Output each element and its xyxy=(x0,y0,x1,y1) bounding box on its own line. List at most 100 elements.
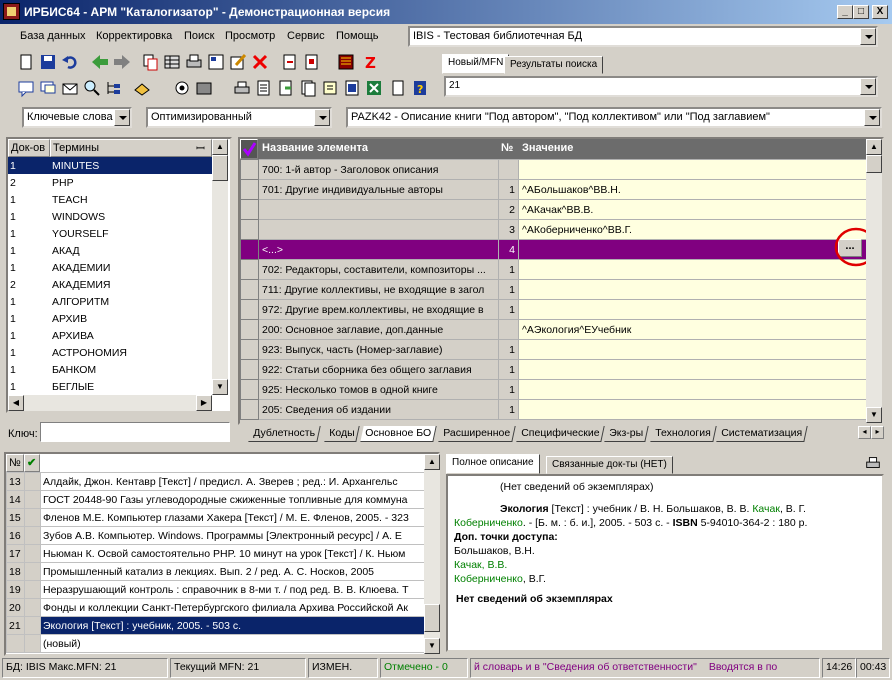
scroll-thumb[interactable] xyxy=(424,604,440,632)
chevron-down-icon[interactable] xyxy=(860,78,876,95)
scroll-right-icon[interactable]: ▶ xyxy=(196,395,212,411)
term-row[interactable]: 1 АСТРОНОМИЯ xyxy=(8,344,212,361)
tab-new-mfn[interactable]: Новый/MFN xyxy=(442,54,510,74)
term-row[interactable]: 1 АЛГОРИТМ xyxy=(8,293,212,310)
term-row[interactable]: 1 WINDOWS xyxy=(8,208,212,225)
folder-icon[interactable] xyxy=(194,78,214,98)
tree-icon[interactable] xyxy=(104,78,124,98)
book-icon[interactable] xyxy=(132,78,152,98)
chevron-down-icon[interactable] xyxy=(860,28,876,45)
term-row[interactable]: 1 TEACH xyxy=(8,191,212,208)
field-row[interactable]: <...> 4 xyxy=(240,239,867,260)
field-value[interactable]: ^AЭкология^EУчебник xyxy=(518,319,867,340)
document-icon[interactable] xyxy=(388,78,408,98)
mode-select[interactable]: Оптимизированный xyxy=(146,107,332,128)
field-value[interactable] xyxy=(518,379,867,400)
record-checkbox[interactable] xyxy=(24,490,41,509)
print-icon[interactable] xyxy=(864,454,882,472)
worksheet-select[interactable]: PAZK42 - Описание книги "Под автором", "… xyxy=(346,107,882,128)
tab-main-bo[interactable]: Основное БО xyxy=(360,426,437,442)
record-checkbox[interactable] xyxy=(24,562,41,581)
field-row[interactable]: 925: Несколько томов в одной книге 1 xyxy=(240,379,867,400)
layout-icon[interactable] xyxy=(206,52,226,72)
record-checkbox[interactable] xyxy=(24,616,41,635)
menu-service[interactable]: Сервис xyxy=(287,30,325,42)
menu-edit[interactable]: Корректировка xyxy=(96,30,172,42)
check-mark-icon[interactable]: ✔ xyxy=(24,454,40,472)
menu-search[interactable]: Поиск xyxy=(184,30,214,42)
scroll-up-icon[interactable]: ▲ xyxy=(424,454,440,470)
editor-vscroll[interactable]: ▲ ▼ xyxy=(866,139,882,423)
tab-linked-documents[interactable]: Связанные док-ты (НЕТ) xyxy=(546,456,673,474)
scroll-down-icon[interactable]: ▼ xyxy=(212,379,228,395)
term-row[interactable]: 1 АКАДЕМИИ xyxy=(8,259,212,276)
print-icon[interactable] xyxy=(184,52,204,72)
field-row[interactable]: 205: Сведения об издании 1 xyxy=(240,399,867,420)
record-checkbox[interactable] xyxy=(24,526,41,545)
header-value[interactable]: Значение xyxy=(518,139,866,159)
menu-help[interactable]: Помощь xyxy=(336,30,379,42)
field-value[interactable] xyxy=(518,239,867,260)
record-row[interactable]: 20 Фонды и коллекции Санкт-Петербургского… xyxy=(6,598,425,617)
tab-full-description[interactable]: Полное описание xyxy=(446,454,540,474)
field-value[interactable] xyxy=(518,159,867,180)
record-row[interactable]: 16 Зубов А.В. Компьютер. Windows. Програм… xyxy=(6,526,425,545)
field-row[interactable]: 3 ^AКоберниченко^BВ.Г. xyxy=(240,219,867,240)
forward-icon[interactable] xyxy=(112,52,132,72)
term-row[interactable]: 1 АРХИВА xyxy=(8,327,212,344)
key-input[interactable] xyxy=(40,422,230,442)
record-checkbox[interactable] xyxy=(24,598,41,617)
terms-header-count[interactable]: Док-ов xyxy=(8,139,50,157)
print-list-icon[interactable] xyxy=(254,78,274,98)
field-value[interactable] xyxy=(518,259,867,280)
header-element-name[interactable]: Название элемента xyxy=(258,139,498,159)
minimize-button[interactable]: _ xyxy=(837,5,853,19)
field-row[interactable]: 701: Другие индивидуальные авторы 1 ^AБоль… xyxy=(240,179,867,200)
term-row[interactable]: 1 YOURSELF xyxy=(8,225,212,242)
undo-icon[interactable] xyxy=(60,52,80,72)
access-point-2[interactable]: Качак, В.В. xyxy=(454,558,876,572)
record-row[interactable]: (новый) xyxy=(6,634,425,653)
field-value[interactable] xyxy=(518,359,867,380)
field-value[interactable]: ^AКоберниченко^BВ.Г. xyxy=(518,219,867,240)
author-link-2[interactable]: Качак xyxy=(752,503,780,515)
list-header-number[interactable]: № xyxy=(6,454,24,472)
term-row[interactable]: 1 АКАД xyxy=(8,242,212,259)
scroll-up-icon[interactable]: ▲ xyxy=(212,139,228,155)
author-link-3[interactable]: Коберниченко xyxy=(454,517,523,529)
find-icon[interactable] xyxy=(82,78,102,98)
record-checkbox[interactable] xyxy=(24,472,41,491)
print-preview-icon[interactable] xyxy=(232,78,252,98)
pin-icon[interactable]: ꟷ xyxy=(196,141,210,155)
terms-hscroll[interactable]: ◀ ▶ xyxy=(8,395,212,411)
tab-extended[interactable]: Расширенное xyxy=(438,426,516,442)
tab-codes[interactable]: Коды xyxy=(324,426,361,442)
term-row[interactable]: 2 АКАДЕМИЯ xyxy=(8,276,212,293)
record-checkbox[interactable] xyxy=(24,580,41,599)
forms-icon[interactable] xyxy=(276,78,296,98)
field-row[interactable]: 2 ^AКачак^BВ.В. xyxy=(240,199,867,220)
scroll-right-icon[interactable]: ▸ xyxy=(871,426,884,439)
term-row[interactable]: 1 БАНКОМ xyxy=(8,361,212,378)
scroll-left-icon[interactable]: ◂ xyxy=(858,426,871,439)
field-row[interactable]: 702: Редакторы, составители, композиторы… xyxy=(240,259,867,280)
record-checkbox[interactable] xyxy=(24,508,41,527)
export-icon[interactable] xyxy=(302,52,322,72)
view-icon[interactable] xyxy=(172,78,192,98)
record-row[interactable]: 18 Промышленный катализ в лекциях. Вып. 2… xyxy=(6,562,425,581)
term-row[interactable]: 1 БЕГЛЫЕ xyxy=(8,378,212,395)
close-button[interactable]: X xyxy=(872,5,888,19)
maximize-button[interactable]: □ xyxy=(853,5,869,19)
scroll-thumb[interactable] xyxy=(212,155,228,181)
field-value[interactable] xyxy=(518,399,867,420)
record-checkbox[interactable] xyxy=(24,634,41,653)
record-row[interactable]: 21 Экология [Текст] : учебник, 2005. - 50… xyxy=(6,616,425,635)
tab-specific[interactable]: Специфические xyxy=(516,426,606,442)
record-row[interactable]: 17 Ньюман К. Освой самостоятельно PHP. 10… xyxy=(6,544,425,563)
mail-icon[interactable] xyxy=(60,78,80,98)
scroll-thumb[interactable] xyxy=(866,155,882,173)
terms-header-term[interactable]: Термины xyxy=(50,139,212,157)
field-value[interactable]: ^AБольшаков^BВ.Н. xyxy=(518,179,867,200)
dictionary-select[interactable]: Ключевые слова xyxy=(22,107,132,128)
scroll-up-icon[interactable]: ▲ xyxy=(866,139,882,155)
